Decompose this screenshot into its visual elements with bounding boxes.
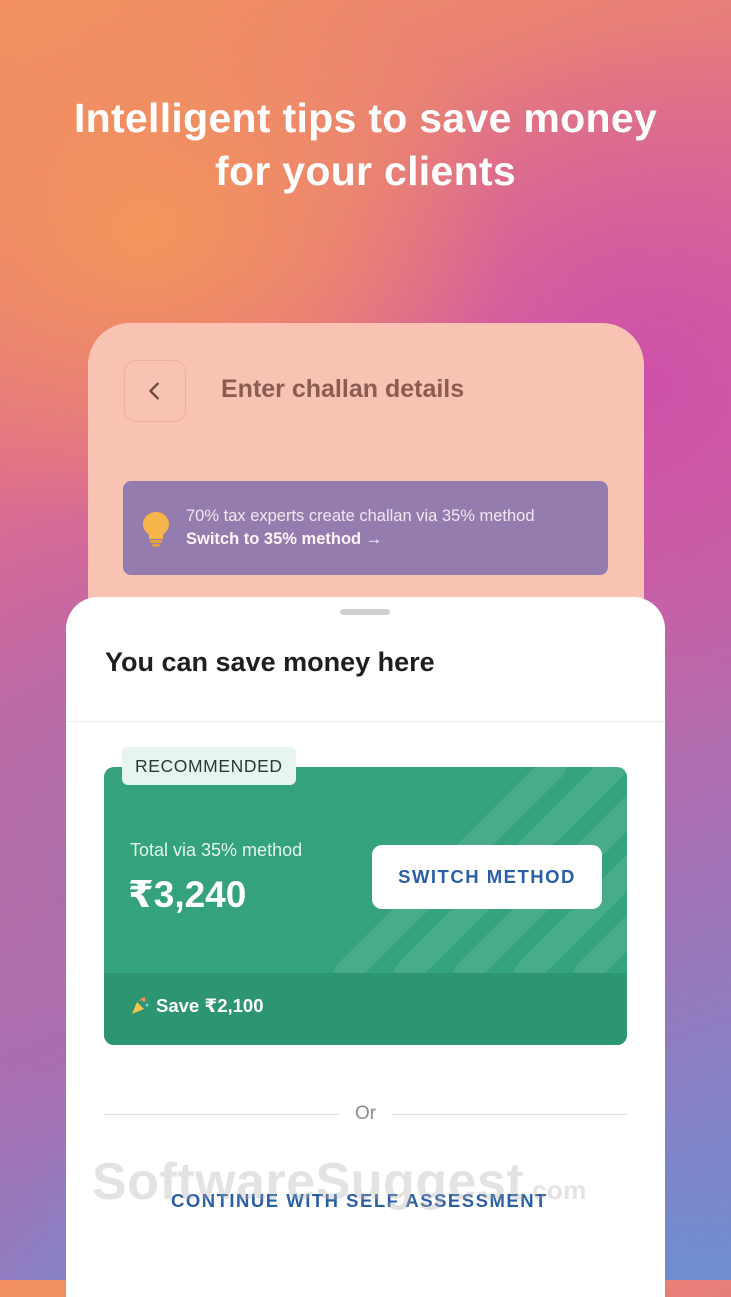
recommended-method-card: Total via 35% method ₹3,240 SWITCH METHO… [104,767,627,1045]
or-separator: Or [104,1100,627,1130]
chevron-left-icon [149,382,159,400]
total-value: ₹3,240 [128,874,247,915]
sheet-divider [66,721,665,722]
watermark-brand: SoftwareSuggest [92,1153,525,1211]
total-label: Total via 35% method [130,840,303,860]
challan-screen-card: Enter challan details 70% tax experts cr… [88,323,644,643]
challan-title: Enter challan details [221,375,465,403]
recommended-badge: RECOMMENDED [122,747,296,785]
party-popper-icon [132,997,149,1014]
tip-message: 70% tax experts create challan via 35% m… [186,507,535,525]
headline-line-2: for your clients [215,148,516,194]
back-button[interactable] [124,360,186,422]
savings-text: Save ₹2,100 [156,995,264,1016]
tip-text: 70% tax experts create challan via 35% m… [186,505,586,551]
tip-banner[interactable]: 70% tax experts create challan via 35% m… [123,481,608,575]
sheet-drag-handle[interactable] [340,609,390,615]
sheet-title: You can save money here [105,647,435,677]
switch-method-button[interactable]: SWITCH METHOD [372,845,602,909]
switch-to-35-link[interactable]: Switch to 35% method → [186,530,382,548]
watermark-suffix: .com [524,1175,587,1205]
headline-line-1: Intelligent tips to save money [73,95,658,141]
watermark: SoftwareSuggest.com [92,1152,587,1212]
savings-row: Save ₹2,100 [130,995,264,1017]
lightbulb-icon [143,512,169,547]
page-headline: Intelligent tips to save money for your … [0,92,731,198]
or-line-right [392,1114,627,1115]
